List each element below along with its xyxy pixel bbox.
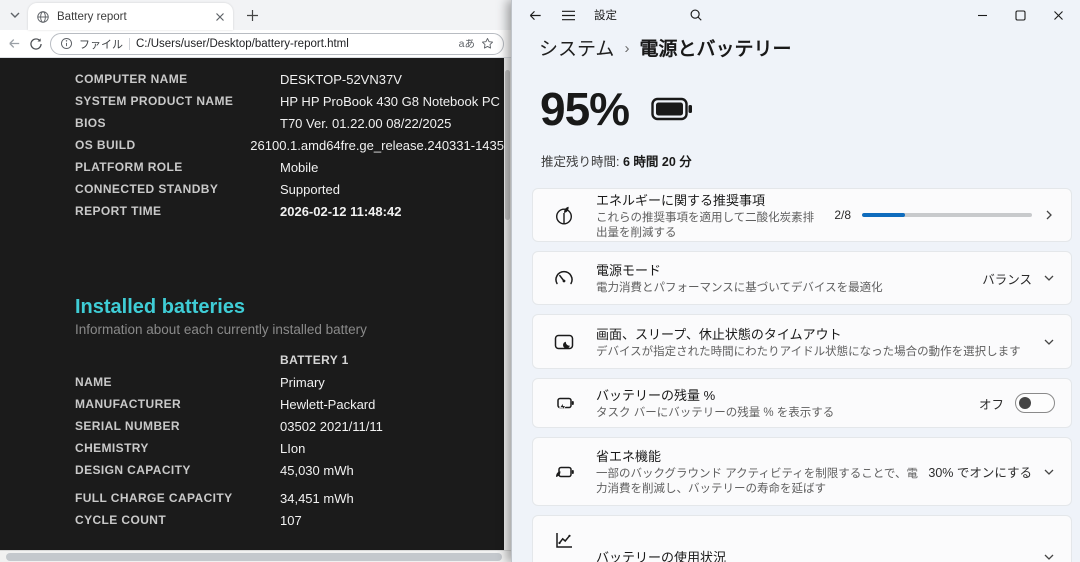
battery-percent: 95% [540, 83, 630, 135]
battery-summary: 95% [540, 82, 693, 136]
report-row: FULL CHARGE CAPACITY 34,451 mWh [75, 490, 354, 506]
window-controls [977, 9, 1080, 21]
browser-window: Battery report ファイル C:/Users/user/Deskto… [0, 0, 511, 562]
tab-menu-chevron-icon[interactable] [2, 2, 28, 28]
battery-estimate: 推定残り時間: 6 時間 20 分 [541, 155, 692, 169]
card-subtitle: タスク バーにバッテリーの残量 % を表示する [596, 407, 835, 419]
settings-window: 設定 システム › 電源とバッテリー 95% 推定残り時間: 6 時間 20 分… [511, 0, 1080, 562]
estimate-value: 6 時間 20 分 [622, 155, 692, 169]
chevron-down-icon[interactable] [1043, 336, 1055, 348]
minimize-icon[interactable] [977, 10, 988, 21]
installed-batteries-subtitle: Information about each currently install… [75, 322, 367, 337]
address-divider [129, 37, 130, 50]
card-title: エネルギーに関する推奨事項 [596, 192, 766, 208]
info-icon[interactable] [60, 37, 73, 50]
report-row: CONNECTED STANDBY Supported [75, 181, 340, 197]
close-icon[interactable] [1053, 10, 1064, 21]
report-row: PLATFORM ROLE Mobile [75, 159, 319, 175]
chevron-down-icon[interactable] [1043, 272, 1055, 284]
installed-batteries-heading: Installed batteries [75, 296, 246, 318]
card-battery-percent-taskbar[interactable]: バッテリーの残量 % タスク バーにバッテリーの残量 % を表示する オフ [532, 378, 1072, 428]
card-subtitle: 電力消費とパフォーマンスに基づいてデバイスを最適化 [596, 282, 883, 294]
line-chart-icon [552, 529, 576, 551]
back-icon[interactable] [7, 36, 22, 51]
breadcrumb-system[interactable]: システム [539, 34, 614, 61]
tab-title: Battery report [57, 10, 127, 23]
back-icon[interactable] [528, 8, 543, 23]
screen-moon-icon [552, 331, 576, 353]
breadcrumb: システム › 電源とバッテリー [539, 34, 791, 61]
energy-saver-value: 30% でオンにする [928, 466, 1032, 480]
card-battery-usage[interactable]: バッテリーの使用状況 [532, 515, 1072, 562]
toggle-state-label: オフ [978, 397, 1004, 412]
card-subtitle: これらの推奨事項を適用して二酸化炭素排出量を削減する [596, 211, 815, 239]
address-scheme-label: ファイル [79, 38, 123, 51]
power-mode-value: バランス [982, 272, 1032, 287]
report-row: CYCLE COUNT 107 [75, 512, 302, 528]
progress-fill [862, 213, 905, 217]
report-row: CHEMISTRY LIon [75, 440, 306, 456]
card-title: バッテリーの残量 % [596, 388, 716, 403]
card-title: 省エネ機能 [596, 449, 662, 464]
screen: Battery report ファイル C:/Users/user/Deskto… [0, 0, 1080, 562]
report-row: COMPUTER NAME DESKTOP-52VN37V [75, 71, 402, 87]
card-title: バッテリーの使用状況 [596, 550, 727, 562]
settings-titlebar: 設定 [512, 0, 1080, 30]
report-row: BIOS T70 Ver. 01.22.00 08/22/2025 [75, 115, 452, 131]
toggle-knob [1019, 397, 1031, 409]
browser-tab[interactable]: Battery report [28, 3, 233, 30]
address-bar[interactable]: ファイル C:/Users/user/Desktop/battery-repor… [50, 32, 504, 55]
card-energy-saver[interactable]: 省エネ機能 一部のバックグラウンド アクティビティを制限することで、電力消費を削… [532, 437, 1072, 506]
translate-icon[interactable]: aあ [459, 36, 475, 51]
scrollbar-thumb[interactable] [6, 553, 502, 561]
report-row: SERIAL NUMBER 03502 2021/11/11 [75, 418, 383, 434]
search-icon[interactable] [689, 8, 703, 22]
refresh-icon[interactable] [29, 37, 43, 51]
card-subtitle: 一部のバックグラウンド アクティビティを制限することで、電力消費を削減し、バッテ… [596, 468, 918, 495]
report-content: COMPUTER NAME DESKTOP-52VN37V SYSTEM PROD… [75, 68, 504, 531]
report-row: OS BUILD 26100.1.amd64fre.ge_release.2403… [75, 137, 504, 153]
report-row: MANUFACTURER Hewlett-Packard [75, 396, 376, 412]
tab-strip: Battery report [0, 0, 511, 30]
card-title: 電源モード [596, 263, 662, 278]
chevron-down-icon[interactable] [1043, 466, 1055, 478]
address-url: C:/Users/user/Desktop/battery-report.htm… [136, 37, 349, 50]
battery-leaf-icon [552, 461, 576, 483]
speedometer-icon [552, 267, 576, 289]
vertical-scrollbar[interactable] [504, 58, 511, 550]
favorite-star-icon[interactable] [481, 37, 494, 50]
recommendations-count: 2/8 [834, 208, 851, 222]
card-power-mode[interactable]: 電源モード 電力消費とパフォーマンスに基づいてデバイスを最適化 バランス [532, 251, 1072, 305]
chevron-down-icon[interactable] [1043, 551, 1055, 562]
maximize-icon[interactable] [1015, 9, 1026, 21]
eco-leaf-icon [552, 204, 576, 226]
app-title: 設定 [594, 10, 617, 22]
card-title: 画面、スリープ、休止状態のタイムアウト [596, 326, 842, 342]
card-screen-sleep-timeouts[interactable]: 画面、スリープ、休止状態のタイムアウト デバイスが指定された時間にわたりアイドル… [532, 314, 1072, 369]
battery-percent-toggle[interactable] [1015, 393, 1055, 413]
chevron-right-icon[interactable] [1043, 209, 1055, 221]
battery-bolt-icon [552, 392, 576, 414]
report-row: NAME Primary [75, 374, 325, 390]
page-title: 電源とバッテリー [639, 39, 792, 60]
horizontal-scrollbar[interactable] [0, 550, 511, 562]
recommendations-progress-bar [862, 213, 1032, 217]
breadcrumb-separator: › [624, 40, 630, 57]
browser-toolbar: ファイル C:/Users/user/Desktop/battery-repor… [0, 30, 511, 58]
new-tab-button[interactable] [239, 2, 265, 28]
battery-report-page: COMPUTER NAME DESKTOP-52VN37V SYSTEM PROD… [0, 58, 504, 550]
globe-icon [36, 10, 50, 24]
card-energy-recommendations[interactable]: エネルギーに関する推奨事項 これらの推奨事項を適用して二酸化炭素排出量を削減する… [532, 188, 1072, 242]
scrollbar-thumb[interactable] [505, 70, 510, 220]
settings-cards: エネルギーに関する推奨事項 これらの推奨事項を適用して二酸化炭素排出量を削減する… [532, 188, 1072, 562]
tab-close-icon[interactable] [215, 12, 225, 22]
battery-column-header: BATTERY 1 [280, 353, 349, 367]
hamburger-menu-icon[interactable] [561, 9, 576, 22]
report-row: REPORT TIME 2026-02-12 11:48:42 [75, 203, 402, 219]
report-row: SYSTEM PRODUCT NAME HP HP ProBook 430 G8 … [75, 93, 500, 109]
battery-icon [651, 96, 693, 122]
card-subtitle: デバイスが指定された時間にわたりアイドル状態になった場合の動作を選択します [596, 345, 1021, 358]
report-row: DESIGN CAPACITY 45,030 mWh [75, 462, 354, 478]
